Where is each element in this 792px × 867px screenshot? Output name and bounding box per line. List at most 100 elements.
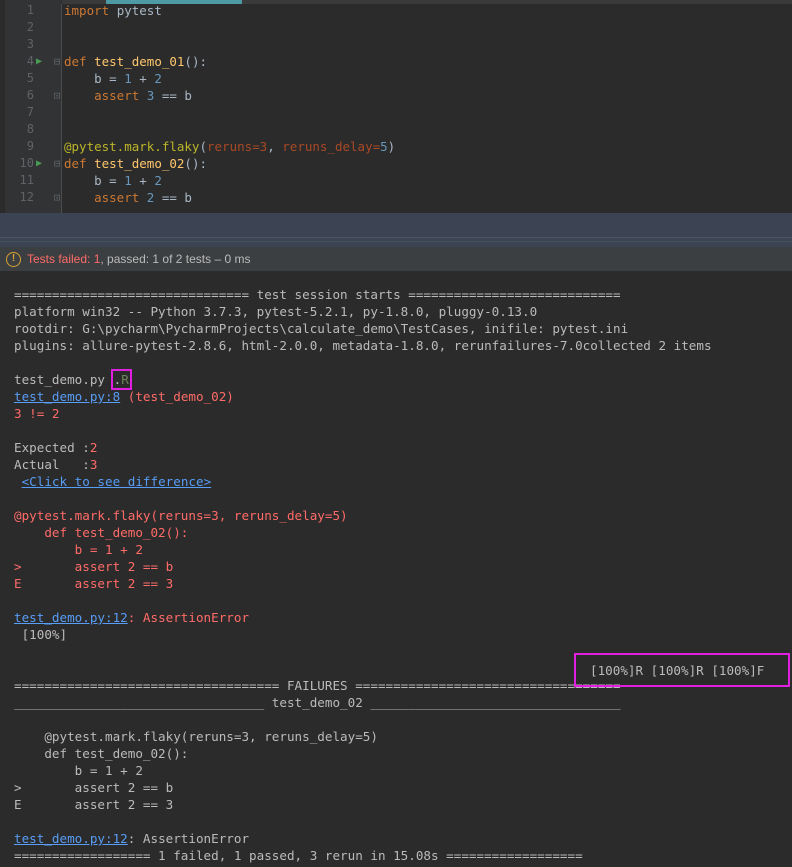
console-line: [100%] <box>14 626 792 643</box>
code-text: @pytest.mark.flaky(reruns=3, reruns_dela… <box>64 138 395 155</box>
pycharm-test-runner-window: 1 import pytest 2 3 4 ▶ ⊟ def test_demo_01(): 5 … <box>0 0 792 867</box>
console-line: Expected :2 <box>14 439 792 456</box>
code-token: b = <box>64 71 125 86</box>
test-output-console[interactable]: =============================== test ses… <box>0 272 792 867</box>
console-text: @pytest.mark.flaky(reruns=3, reruns_dela… <box>14 729 378 744</box>
console-text: ================== 1 failed, 1 passed, 3… <box>14 848 583 863</box>
code-token: def <box>64 54 95 69</box>
console-line: test_demo.py .R <box>14 369 792 390</box>
console-line: test_demo.py:12: AssertionError <box>14 609 792 626</box>
console-line: _________________________________ test_d… <box>14 694 792 711</box>
code-line[interactable]: 6 ⊡ assert 3 == b <box>0 87 792 104</box>
console-text: def test_demo_02(): <box>14 746 189 761</box>
console-text: [100%] <box>14 627 68 642</box>
code-token: == b <box>154 190 192 205</box>
code-token: (): <box>184 54 207 69</box>
line-number: 1 <box>26 3 34 17</box>
console-text: 3 <box>89 457 98 472</box>
code-line-list: 1 import pytest 2 3 4 ▶ ⊟ def test_demo_01(): 5 … <box>0 0 792 213</box>
code-token: b = <box>64 173 125 188</box>
code-line[interactable]: 5 b = 1 + 2 <box>0 70 792 87</box>
code-line[interactable]: 2 <box>0 19 792 36</box>
divider-line-bottom <box>0 246 792 247</box>
console-text: 3 != 2 <box>14 406 60 421</box>
console-text: def test_demo_02(): <box>14 525 189 540</box>
console-line: > assert 2 == b <box>14 779 792 796</box>
console-line: platform win32 -- Python 3.7.3, pytest-5… <box>14 303 792 320</box>
console-link[interactable]: test_demo.py:12 <box>14 610 128 625</box>
line-number: 4 <box>26 54 34 68</box>
code-token: (): <box>184 156 207 171</box>
console-line: <Click to see difference> <box>14 473 792 490</box>
code-line[interactable]: 8 <box>0 121 792 138</box>
code-token: + <box>131 71 155 86</box>
console-text: @pytest.mark.flaky(reruns=3, reruns_dela… <box>14 508 348 523</box>
console-link[interactable]: test_demo.py:12 <box>14 831 128 846</box>
console-text: b = 1 + 2 <box>14 542 143 557</box>
line-number: 5 <box>26 71 34 85</box>
console-line: plugins: allure-pytest-2.8.6, html-2.0.0… <box>14 337 792 354</box>
code-token: @pytest.mark.flaky <box>64 139 200 154</box>
console-text: (test_demo_02) <box>120 389 234 404</box>
code-line[interactable]: 12 ⊡ assert 2 == b <box>0 189 792 206</box>
line-number: 3 <box>26 37 34 51</box>
code-token: + <box>131 173 155 188</box>
console-link[interactable]: <Click to see difference> <box>22 474 212 489</box>
line-number: 8 <box>26 122 34 136</box>
code-line[interactable]: 1 import pytest <box>0 2 792 19</box>
code-token: 1 <box>124 173 132 188</box>
code-token: test_demo_01 <box>94 54 185 69</box>
console-text: test_demo.py <box>14 372 105 387</box>
console-line-list: =============================== test ses… <box>14 286 792 864</box>
code-text: def test_demo_02(): <box>64 155 207 172</box>
code-token: ) <box>387 139 396 154</box>
console-text: E assert 2 == 3 <box>14 797 174 812</box>
code-fold-icon[interactable]: ⊟ <box>51 53 63 70</box>
tests-failed-label: Tests failed: 1 <box>27 252 101 266</box>
console-text: > assert 2 == b <box>14 559 174 574</box>
tests-summary-label: , passed: 1 of 2 tests – 0 ms <box>100 252 251 266</box>
code-line[interactable]: 10 ▶ ⊟ def test_demo_02(): <box>0 155 792 172</box>
line-number: 10 <box>19 156 34 170</box>
code-line[interactable]: 11 b = 1 + 2 <box>0 172 792 189</box>
console-text: _________________________________ test_d… <box>14 695 621 710</box>
console-text: R <box>121 372 129 387</box>
test-status-bar: ! Tests failed: 1 , passed: 1 of 2 tests… <box>0 247 792 272</box>
panel-divider[interactable] <box>0 213 792 247</box>
code-token: , <box>267 139 283 154</box>
line-number: 12 <box>19 190 34 204</box>
console-text: =================================== FAIL… <box>14 678 621 693</box>
code-editor-pane: 1 import pytest 2 3 4 ▶ ⊟ def test_demo_01(): 5 … <box>0 0 792 213</box>
code-line[interactable]: 4 ▶ ⊟ def test_demo_01(): <box>0 53 792 70</box>
code-fold-icon[interactable]: ⊡ <box>51 189 63 206</box>
code-line[interactable]: 3 <box>0 36 792 53</box>
run-test-icon[interactable]: ▶ <box>32 155 46 172</box>
code-token: reruns_delay= <box>282 139 381 154</box>
console-text: Actual : <box>14 457 90 472</box>
console-link[interactable]: test_demo.py:8 <box>14 389 120 404</box>
run-test-icon[interactable]: ▶ <box>32 53 46 70</box>
code-fold-icon[interactable]: ⊟ <box>51 155 63 172</box>
console-line: b = 1 + 2 <box>14 762 792 779</box>
code-line[interactable]: 7 <box>0 104 792 121</box>
console-text: 2 <box>89 440 98 455</box>
console-text: E assert 2 == 3 <box>14 576 174 591</box>
console-text: > assert 2 == b <box>14 780 174 795</box>
console-text: b = 1 + 2 <box>14 763 143 778</box>
console-text: : AssertionError <box>127 610 250 625</box>
console-line: def test_demo_02(): <box>14 745 792 762</box>
console-text: Expected : <box>14 440 90 455</box>
code-token: import <box>64 3 117 18</box>
code-token: test_demo_02 <box>94 156 185 171</box>
line-number: 2 <box>26 20 34 34</box>
code-line[interactable]: 9 @pytest.mark.flaky(reruns=3, reruns_del… <box>0 138 792 155</box>
code-fold-icon[interactable]: ⊡ <box>51 87 63 104</box>
